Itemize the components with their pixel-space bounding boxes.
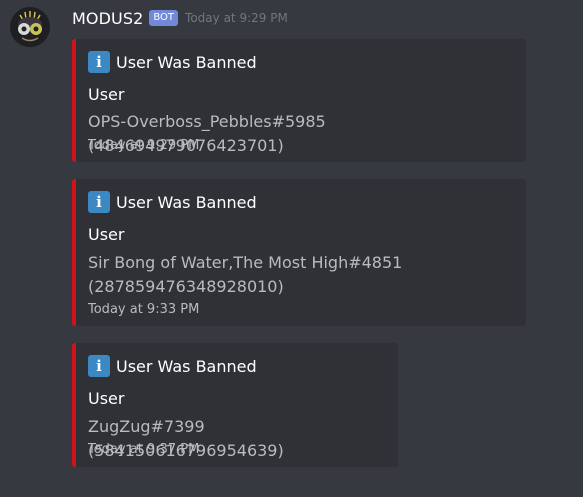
embed-title: i User Was Banned [88,51,257,73]
embed-footer-timestamp: Today at 9:33 PM [88,302,200,317]
information-icon: i [88,51,110,73]
embed-title-text: User Was Banned [116,356,257,376]
message-header: MODUS2 BOT Today at 9:29 PM [72,6,288,30]
embed-field-name: User [88,85,125,104]
message-timestamp: Today at 9:29 PM [185,11,288,25]
embed-title: i User Was Banned [88,191,257,213]
ban-embed: i User Was Banned User OPS-Overboss_Pebb… [72,39,526,162]
field-value-line: (287859476348928010) [88,277,284,296]
embed-title: i User Was Banned [88,355,257,377]
embed-footer-timestamp: Today at 9:29 PM [88,138,200,153]
embed-title-text: User Was Banned [116,52,257,72]
information-icon: i [88,355,110,377]
chat-message: MODUS2 BOT Today at 9:29 PM i User Was B… [0,0,583,497]
ban-embed: i User Was Banned User Sir Bong of Water… [72,179,526,326]
avatar-image [10,7,50,47]
embed-title-text: User Was Banned [116,192,257,212]
embed-field-name: User [88,389,125,408]
information-icon: i [88,191,110,213]
ban-embed: i User Was Banned User ZugZug#7399 (5841… [72,343,398,467]
embed-field-name: User [88,225,125,244]
field-value-line: Sir Bong of Water,The Most High#4851 [88,253,403,272]
bot-badge: BOT [149,10,179,26]
bot-avatar[interactable] [10,7,50,47]
embed-field-value: Sir Bong of Water,The Most High#4851 (28… [88,251,402,299]
username[interactable]: MODUS2 [72,9,143,28]
embed-footer-timestamp: Today at 9:37 PM [88,442,200,457]
